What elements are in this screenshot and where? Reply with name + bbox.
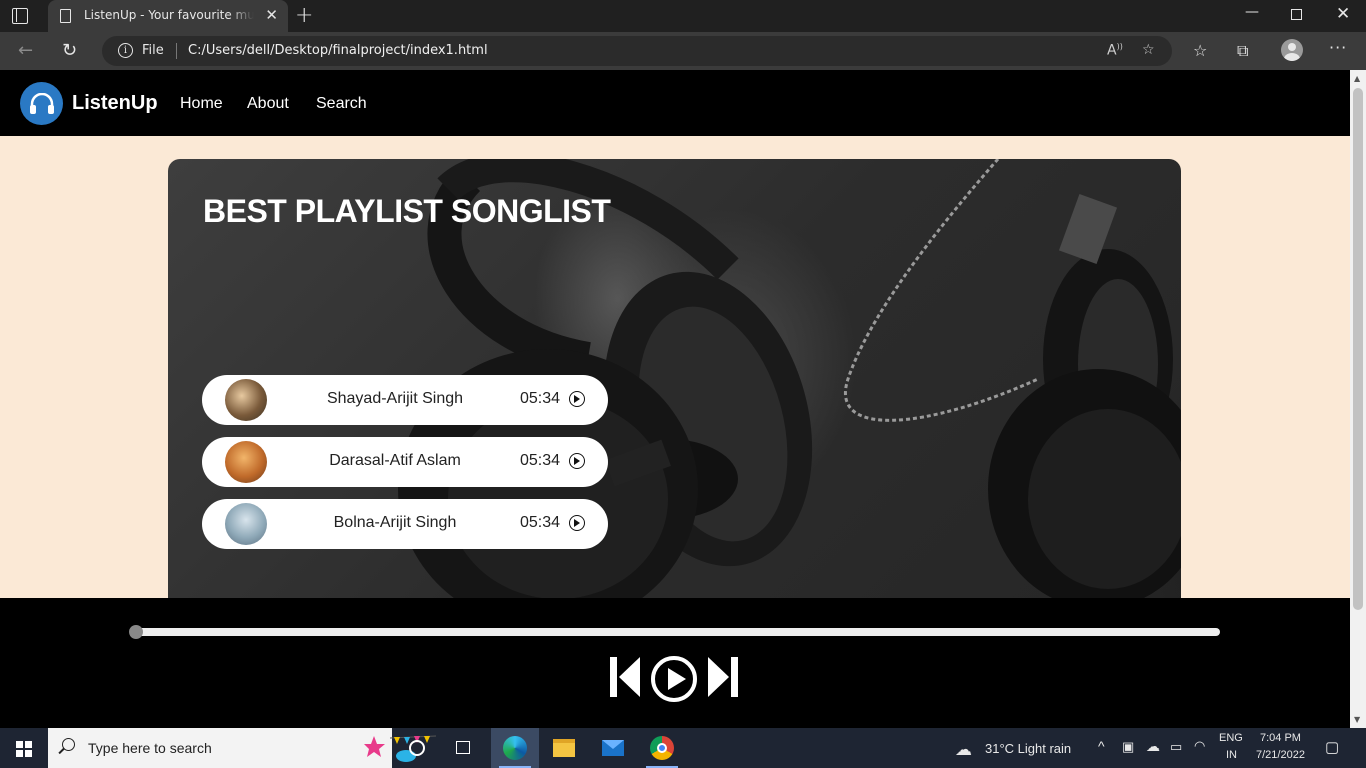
play-button-icon[interactable]	[650, 655, 698, 703]
address-bar[interactable]: i File C:/Users/dell/Desktop/finalprojec…	[102, 36, 1172, 66]
search-icon	[62, 738, 75, 751]
clock-date[interactable]: 7/21/2022	[1256, 749, 1305, 761]
taskbar-search-box[interactable]: Type here to search	[48, 728, 437, 768]
windows-start-icon[interactable]	[16, 741, 32, 757]
url-text[interactable]: C:/Users/dell/Desktop/finalproject/index…	[188, 43, 488, 58]
page-icon	[60, 9, 71, 23]
new-tab-button[interactable]: +	[295, 3, 313, 28]
close-window-button[interactable]: ✕	[1336, 4, 1350, 24]
page-viewport: ListenUp Home About Search BEST PLAYLIST…	[0, 70, 1350, 728]
song-cover-image	[225, 503, 267, 545]
weather-cloud-icon[interactable]: ☁	[955, 740, 972, 760]
browser-titlebar: ListenUp - Your favourite music is here …	[0, 0, 1366, 32]
address-toolbar: ← ↻ i File C:/Users/dell/Desktop/finalpr…	[0, 32, 1366, 70]
wifi-icon[interactable]: ◠	[1194, 738, 1205, 754]
file-explorer-icon[interactable]	[540, 728, 588, 768]
song-duration: 05:34	[520, 514, 561, 531]
song-title: Shayad-Arijit Singh	[326, 390, 464, 407]
meet-now-icon[interactable]: ▣	[1122, 739, 1134, 755]
back-arrow-icon[interactable]: ←	[18, 40, 33, 61]
collections-icon[interactable]: ⧉	[1237, 41, 1248, 61]
notification-icon[interactable]: ▢	[1325, 738, 1339, 756]
nav-home-link[interactable]: Home	[180, 95, 223, 113]
taskbar-search-placeholder: Type here to search	[88, 740, 212, 756]
nav-about-link[interactable]: About	[247, 95, 289, 113]
url-separator	[176, 43, 177, 59]
song-duration: 05:34	[520, 390, 561, 407]
info-icon[interactable]: i	[118, 43, 133, 58]
song-item[interactable]: Shayad-Arijit Singh 05:34	[202, 375, 608, 425]
language-bottom[interactable]: IN	[1226, 749, 1237, 761]
play-circle-icon[interactable]	[569, 515, 585, 531]
task-view-icon[interactable]	[440, 728, 488, 768]
maximize-button[interactable]	[1291, 9, 1302, 20]
tab-close-icon[interactable]: ✕	[265, 6, 278, 24]
read-aloud-icon[interactable]: A))	[1107, 42, 1123, 59]
onedrive-cloud-icon[interactable]: ☁	[1146, 738, 1160, 755]
profile-avatar[interactable]	[1281, 39, 1303, 61]
tab-actions-icon[interactable]	[12, 8, 28, 24]
reload-icon[interactable]: ↻	[62, 40, 77, 61]
page-scrollbar[interactable]: ▲ ▼	[1350, 70, 1366, 728]
previous-track-icon[interactable]	[608, 655, 642, 699]
browser-tab[interactable]: ListenUp - Your favourite music is here …	[48, 0, 288, 32]
song-cover-image	[225, 441, 267, 483]
cortana-icon[interactable]	[394, 728, 442, 768]
nav-search-link[interactable]: Search	[316, 95, 367, 113]
scroll-up-arrow-icon[interactable]: ▲	[1354, 74, 1360, 83]
music-player-bar	[0, 598, 1350, 728]
more-menu-icon[interactable]: ···	[1329, 38, 1347, 57]
mail-icon[interactable]	[589, 728, 637, 768]
chrome-icon[interactable]	[638, 728, 686, 768]
weather-text[interactable]: 31°C Light rain	[985, 741, 1071, 756]
show-hidden-icons-chevron-icon[interactable]: ^	[1098, 738, 1105, 754]
song-item[interactable]: Bolna-Arijit Singh 05:34	[202, 499, 608, 549]
song-cover-image	[225, 379, 267, 421]
progress-knob[interactable]	[129, 625, 143, 639]
tab-title: ListenUp - Your favourite music is here	[84, 8, 254, 22]
play-circle-icon[interactable]	[569, 453, 585, 469]
playlist-title: BEST PLAYLIST SONGLIST	[203, 193, 611, 229]
headphones-logo-icon[interactable]	[20, 82, 63, 125]
favorites-icon[interactable]: ☆	[1193, 41, 1207, 60]
playlist-hero: BEST PLAYLIST SONGLIST Shayad-Arijit Sin…	[168, 159, 1181, 609]
language-top[interactable]: ENG	[1219, 732, 1243, 744]
add-favorite-icon[interactable]: ☆	[1142, 42, 1155, 58]
minimize-button[interactable]: —	[1245, 4, 1259, 20]
scroll-down-arrow-icon[interactable]: ▼	[1354, 715, 1360, 724]
clock-time[interactable]: 7:04 PM	[1260, 732, 1301, 744]
battery-icon[interactable]: ▭	[1170, 739, 1182, 755]
brand-name[interactable]: ListenUp	[72, 92, 158, 115]
song-item[interactable]: Darasal-Atif Aslam 05:34	[202, 437, 608, 487]
song-title: Bolna-Arijit Singh	[333, 514, 457, 531]
song-title: Darasal-Atif Aslam	[329, 452, 461, 469]
edge-browser-icon[interactable]	[491, 728, 539, 768]
song-duration: 05:34	[520, 452, 561, 469]
file-label: File	[142, 43, 164, 58]
site-navbar: ListenUp Home About Search	[0, 70, 1350, 136]
windows-taskbar: Type here to search ☁ 31°C Light rain ^ …	[0, 728, 1366, 768]
next-track-icon[interactable]	[706, 655, 740, 699]
progress-slider[interactable]	[129, 625, 1220, 639]
scroll-thumb[interactable]	[1353, 88, 1363, 610]
play-circle-icon[interactable]	[569, 391, 585, 407]
